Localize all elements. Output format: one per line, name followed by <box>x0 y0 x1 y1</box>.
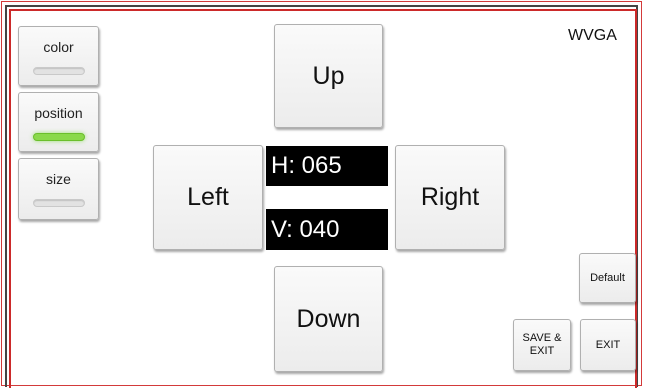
left-button-label: Left <box>187 183 229 211</box>
app-window: WVGA color position size Up Left Right D… <box>0 0 645 388</box>
exit-button-label: EXIT <box>595 338 621 351</box>
tab-size-label: size <box>46 171 71 187</box>
tab-position-label: position <box>34 105 83 121</box>
tab-color-indicator <box>32 67 85 75</box>
tab-position-indicator <box>32 133 85 141</box>
horizontal-position-readout: H: 065 <box>266 146 388 186</box>
down-button[interactable]: Down <box>274 266 383 372</box>
tab-size-indicator <box>32 199 85 207</box>
save-exit-label-line1: SAVE & <box>522 332 562 344</box>
up-button-label: Up <box>312 61 345 90</box>
resolution-mode-label: WVGA <box>568 27 617 44</box>
frame-edge-left <box>9 9 11 388</box>
save-exit-button[interactable]: SAVE & EXIT <box>513 319 571 371</box>
left-button[interactable]: Left <box>153 145 263 250</box>
tab-color-label: color <box>43 39 74 55</box>
tab-size[interactable]: size <box>18 158 99 220</box>
right-button[interactable]: Right <box>395 145 505 250</box>
vertical-position-readout: V: 040 <box>266 209 388 250</box>
frame-edge-top <box>9 9 637 11</box>
default-button-label: Default <box>590 271 625 284</box>
down-button-label: Down <box>296 304 361 333</box>
right-button-label: Right <box>420 183 480 211</box>
save-exit-label-line2: EXIT <box>529 345 555 357</box>
exit-button[interactable]: EXIT <box>580 319 636 371</box>
up-button[interactable]: Up <box>274 24 383 128</box>
default-button[interactable]: Default <box>579 253 636 303</box>
tab-position[interactable]: position <box>18 92 99 152</box>
tab-color[interactable]: color <box>18 26 99 86</box>
